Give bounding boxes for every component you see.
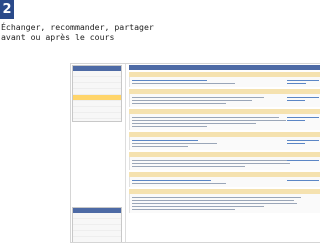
- post-body: [129, 114, 320, 130]
- post-actions[interactable]: [287, 138, 319, 146]
- post-body: [129, 94, 320, 107]
- forum-post: [129, 152, 320, 170]
- forum-post: [129, 132, 320, 150]
- post-actions[interactable]: [287, 78, 319, 86]
- forum-title-bar: [129, 65, 320, 70]
- sidebar-item[interactable]: [73, 113, 121, 119]
- slide-number: 2: [0, 0, 14, 19]
- forum-post: [129, 89, 320, 107]
- forum-sidebar: [71, 64, 126, 242]
- sidebar-item[interactable]: [73, 231, 121, 237]
- forum-main: [127, 64, 320, 242]
- forum-post: [129, 189, 320, 213]
- forum-post: [129, 72, 320, 87]
- post-body: [129, 194, 320, 213]
- heading-line-2: avant ou après le cours: [1, 32, 115, 42]
- sidebar-menu-panel: [72, 65, 122, 122]
- post-actions[interactable]: [287, 95, 319, 103]
- post-body: [129, 157, 320, 170]
- post-body: [129, 177, 320, 187]
- forum-screenshot: [70, 63, 320, 243]
- sidebar-secondary-panel: [72, 207, 122, 242]
- post-actions[interactable]: [287, 178, 319, 183]
- post-actions[interactable]: [287, 158, 319, 163]
- post-body: [129, 137, 320, 150]
- post-actions[interactable]: [287, 115, 319, 123]
- forum-post: [129, 172, 320, 187]
- forum-post: [129, 109, 320, 130]
- heading-line-1: Échanger, recommander, partager: [1, 22, 154, 32]
- slide-heading: Échanger, recommander, partager avant ou…: [1, 22, 154, 42]
- post-body: [129, 77, 320, 87]
